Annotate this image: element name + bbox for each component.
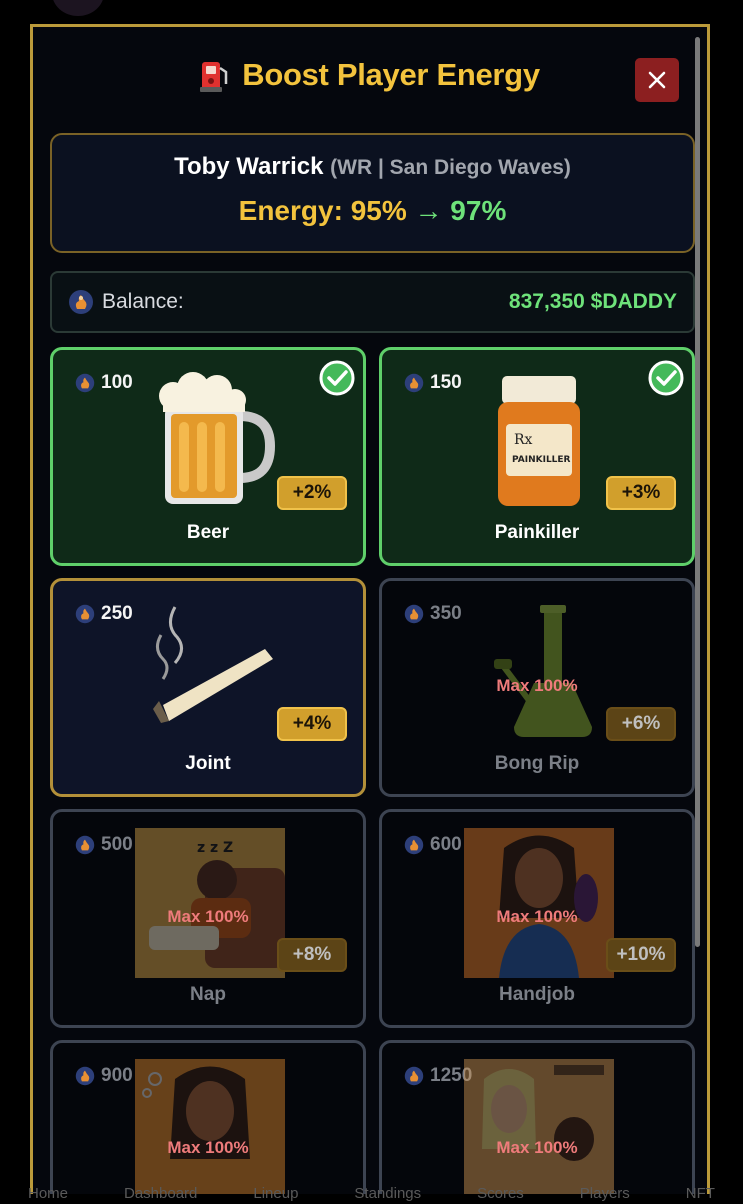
- boost-card-joint[interactable]: 250 +4% Joint: [50, 578, 366, 797]
- boost-name: Painkiller: [494, 522, 580, 543]
- napping-man-image: z z Z: [135, 828, 285, 978]
- daddy-token-icon: [75, 373, 95, 393]
- energy-change: Energy: 95% → 97%: [52, 195, 693, 227]
- daddy-token-icon: [75, 835, 95, 855]
- arrow-right-icon: →: [414, 195, 443, 226]
- daddy-token-icon: [404, 1066, 424, 1086]
- svg-text:Rx: Rx: [514, 432, 533, 448]
- checkmark-icon: [648, 360, 684, 396]
- bottom-navigation: Home Dashboard Lineup Standings Scores P…: [0, 1180, 743, 1202]
- player-info-card: Toby Warrick (WR | San Diego Waves) Ener…: [50, 133, 695, 253]
- max-energy-warning: Max 100%: [496, 1138, 578, 1157]
- nav-players[interactable]: Players: [580, 1184, 630, 1204]
- boost-cost-value: 600: [430, 834, 462, 855]
- daddy-token-icon: [75, 604, 95, 624]
- boost-bonus-badge: +4%: [277, 707, 347, 741]
- modal-title: Boost Player Energy: [242, 57, 540, 92]
- nav-lineup[interactable]: Lineup: [253, 1184, 298, 1204]
- close-icon: [648, 71, 666, 89]
- joint-icon: [153, 606, 273, 723]
- boost-card-painkiller[interactable]: 150 Rx PAINKILLER +3% Painkiller: [379, 347, 695, 566]
- boost-cost-value: 500: [101, 834, 133, 855]
- boost-name: Handjob: [499, 984, 575, 1005]
- daddy-token-icon: [75, 1066, 95, 1086]
- boost-cost-value: 900: [101, 1065, 133, 1086]
- boost-name: Bong Rip: [494, 753, 580, 774]
- boost-bonus-badge: +10%: [606, 938, 676, 972]
- boost-cost: 150: [404, 372, 462, 394]
- pill-bottle-icon: Rx PAINKILLER: [498, 376, 580, 506]
- boost-card-900[interactable]: 900 Max 100%: [50, 1040, 366, 1194]
- player-name: Toby Warrick: [174, 153, 324, 180]
- boost-card-1250[interactable]: 1250 Max 100%: [379, 1040, 695, 1194]
- max-energy-warning: Max 100%: [167, 907, 249, 926]
- energy-label: Energy:: [238, 195, 343, 226]
- max-energy-warning: Max 100%: [167, 1138, 249, 1157]
- boost-cost-value: 100: [101, 372, 133, 393]
- boost-name: Beer: [186, 522, 230, 543]
- boost-name: Nap: [190, 984, 226, 1005]
- boost-bonus-badge: +2%: [277, 476, 347, 510]
- boost-energy-modal: Boost Player Energy Toby Warrick (WR | S…: [30, 24, 710, 1194]
- boost-cost-value: 150: [430, 372, 462, 393]
- max-energy-warning: Max 100%: [496, 676, 578, 695]
- boost-cost: 250: [75, 603, 133, 625]
- background-avatar: [52, 0, 104, 16]
- daddy-token-icon: [404, 604, 424, 624]
- boost-cost-value: 250: [101, 603, 133, 624]
- boost-bonus-badge: +3%: [606, 476, 676, 510]
- woman-with-eggplant-image: [464, 828, 614, 978]
- couple-image: [464, 1059, 614, 1194]
- checkmark-icon: [319, 360, 355, 396]
- boost-cost: 1250: [404, 1065, 472, 1087]
- nav-scores[interactable]: Scores: [477, 1184, 524, 1204]
- boost-cost: 350: [404, 603, 462, 625]
- balance-bar: Balance: 837,350 $DADDY: [50, 271, 695, 333]
- daddy-token-icon: [404, 835, 424, 855]
- daddy-token-icon: [404, 373, 424, 393]
- nav-nft[interactable]: NFT: [686, 1184, 715, 1204]
- boost-cost: 100: [75, 372, 133, 394]
- boost-cost-value: 350: [430, 603, 462, 624]
- max-energy-warning: Max 100%: [496, 907, 578, 926]
- boost-card-nap[interactable]: 500 z z Z Max 100% +8% Nap: [50, 809, 366, 1028]
- energy-new: 97%: [450, 195, 507, 226]
- boost-cost: 500: [75, 834, 133, 856]
- nav-dashboard[interactable]: Dashboard: [124, 1184, 197, 1204]
- boost-bonus-badge: +8%: [277, 938, 347, 972]
- svg-text:z z Z: z z Z: [197, 840, 233, 856]
- boost-cost: 900: [75, 1065, 133, 1087]
- bong-icon: [494, 605, 592, 737]
- boost-bonus-badge: +6%: [606, 707, 676, 741]
- woman-smoking-image: [135, 1059, 285, 1194]
- fuel-pump-icon: [200, 62, 228, 92]
- nav-standings[interactable]: Standings: [354, 1184, 421, 1204]
- beer-mug-icon: [159, 372, 276, 504]
- balance-amount: 837,350 $DADDY: [508, 290, 677, 313]
- boost-name: Joint: [185, 753, 231, 774]
- boost-card-handjob[interactable]: 600 Max 100% +10% Handjob: [379, 809, 695, 1028]
- boost-card-bong-rip[interactable]: 350 Max 100% +6% Bong Rip: [379, 578, 695, 797]
- player-position-team: (WR | San Diego Waves): [330, 156, 571, 179]
- close-button[interactable]: [635, 58, 679, 102]
- svg-text:PAINKILLER: PAINKILLER: [512, 455, 571, 465]
- energy-current: 95%: [350, 195, 407, 226]
- modal-scrollbar[interactable]: [695, 37, 700, 947]
- nav-home[interactable]: Home: [28, 1184, 68, 1204]
- boost-card-beer[interactable]: 100 +2% Beer: [50, 347, 366, 566]
- balance-label: Balance:: [102, 290, 184, 313]
- modal-header: Boost Player Energy: [33, 53, 707, 97]
- boost-cost: 600: [404, 834, 462, 856]
- daddy-token-icon: [69, 290, 93, 314]
